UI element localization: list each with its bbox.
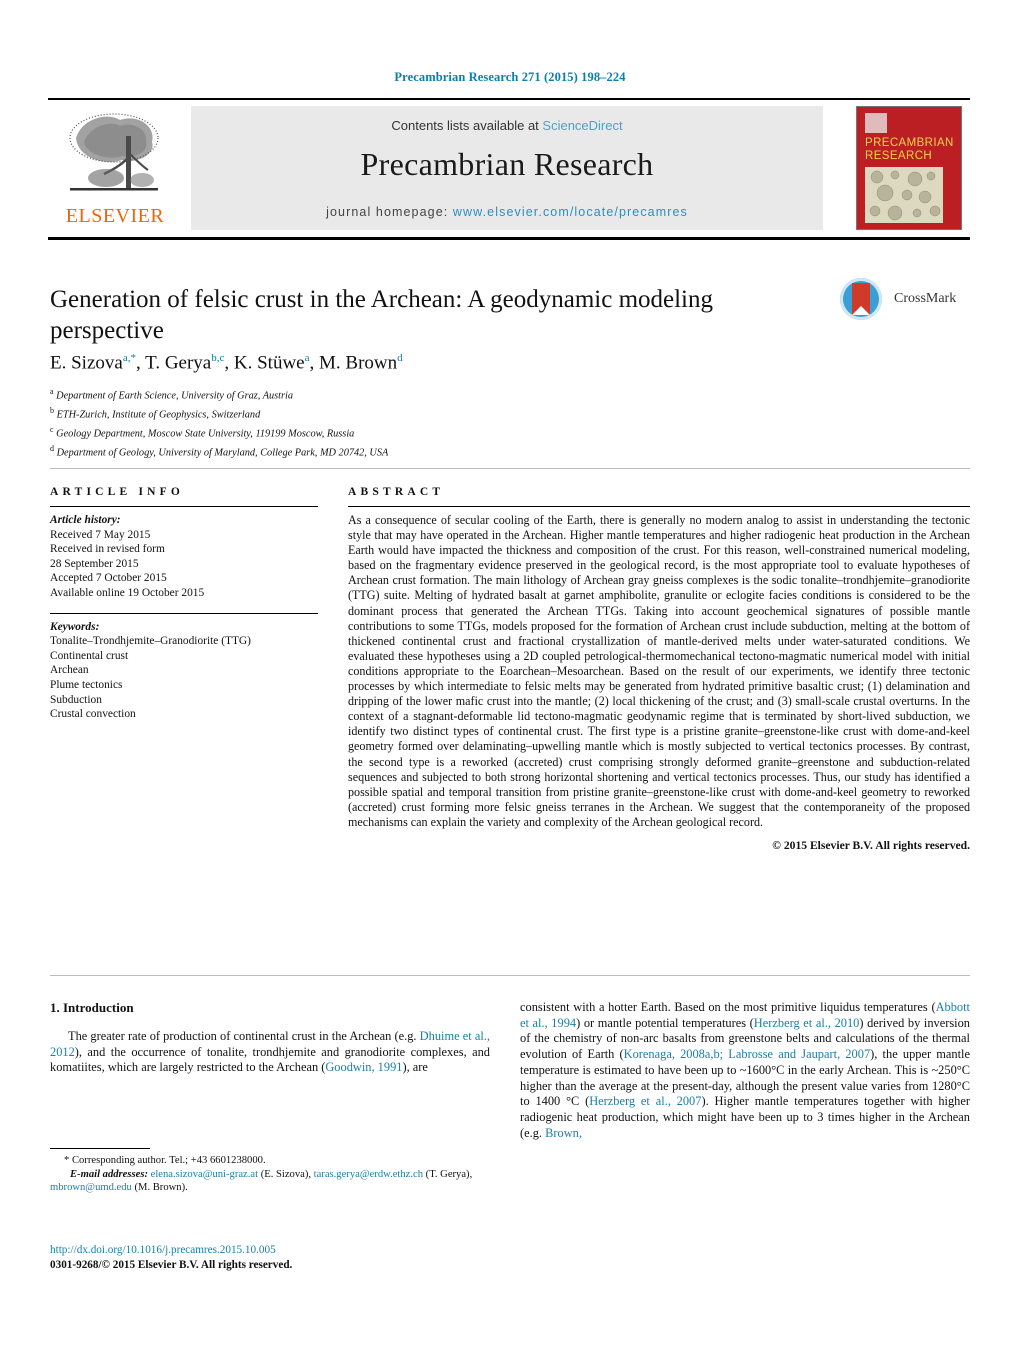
email-link: mbrown@umd.edu (50, 1182, 132, 1194)
email-label: E-mail addresses: (70, 1168, 148, 1180)
issn-copyright-line: 0301-9268/© 2015 Elsevier B.V. All right… (50, 1258, 293, 1271)
homepage-prefix: journal homepage: (326, 205, 453, 219)
email-addresses-note: E-mail addresses: elena.sizova@uni-graz.… (50, 1168, 473, 1194)
elsevier-tree-icon (69, 113, 159, 191)
abstract-text: As a consequence of secular cooling of t… (348, 513, 970, 829)
article-info-rule (50, 506, 318, 507)
running-head: Precambrian Research 271 (2015) 198–224 (394, 70, 626, 84)
crossmark-bookmark-icon (852, 283, 870, 315)
citation-link: Herzberg et al., 2007 (589, 1094, 702, 1109)
homepage-url-link[interactable]: www.elsevier.com/locate/precamres (453, 205, 688, 219)
body-column-right: consistent with a hotter Earth. Based on… (520, 1000, 970, 1141)
cover-microfossil-image (865, 167, 943, 223)
contents-list-line: Contents lists available at ScienceDirec… (191, 118, 823, 133)
affiliation-list: a Department of Earth Science, Universit… (50, 385, 810, 461)
abstract-column: ABSTRACT As a consequence of secular coo… (348, 486, 970, 852)
crossmark-badge[interactable]: CrossMark (840, 278, 985, 324)
article-history-label: Article history: (50, 514, 121, 526)
keyword-item: Continental crust (50, 649, 129, 662)
contents-prefix: Contents lists available at (391, 118, 543, 133)
citation-link: Goodwin, 1991 (325, 1060, 403, 1075)
journal-title: Precambrian Research (360, 146, 654, 182)
journal-masthead: ELSEVIER Contents lists available at Sci… (48, 98, 970, 240)
article-history-item: Available online 19 October 2015 (50, 586, 205, 599)
citation-link: Herzberg et al., 2010 (753, 1015, 860, 1030)
article-history-item: Received in revised form (50, 543, 165, 556)
sciencedirect-link[interactable]: ScienceDirect (542, 118, 622, 133)
doi-link[interactable]: http://dx.doi.org/10.1016/j.precamres.20… (50, 1244, 276, 1256)
footnote-block: * Corresponding author. Tel.; +43 660123… (50, 1148, 490, 1195)
email-link: taras.gerya@erdw.ethz.ch (313, 1168, 424, 1180)
affiliation-item: d Department of Geology, University of M… (50, 444, 389, 459)
article-info-heading: ARTICLE INFO (50, 486, 185, 498)
section-heading-introduction: 1. Introduction (50, 1000, 134, 1015)
keywords-rule (50, 612, 318, 614)
footnote-rule (50, 1148, 150, 1149)
elsevier-logo: ELSEVIER (56, 106, 174, 230)
keywords-label: Keywords: (50, 620, 100, 633)
cover-publisher-mark-icon (865, 113, 887, 133)
article-history-items: Received 7 May 2015 Received in revised f… (50, 528, 318, 601)
abstract-copyright: © 2015 Elsevier B.V. All rights reserved… (772, 838, 970, 852)
citation-link: Abbott et al., 1994 (520, 1000, 970, 1030)
citation-link: Dhuime et al., 2012 (50, 1029, 490, 1059)
email-link: elena.sizova@uni-graz.at (150, 1168, 259, 1180)
cover-artwork (865, 167, 943, 223)
intro-paragraph-left: The greater rate of production of contin… (50, 1029, 490, 1075)
page-title: Generation of felsic crust in the Archea… (50, 286, 714, 344)
citation-link: Brown, (545, 1125, 582, 1140)
divider-above-body (50, 975, 970, 976)
article-history-item: Received 7 May 2015 (50, 528, 151, 541)
abstract-rule (348, 506, 970, 507)
divider-above-info (50, 468, 970, 469)
article-info-column: ARTICLE INFO Article history: Received 7… (50, 486, 318, 722)
keyword-item: Archean (50, 664, 89, 677)
keywords-block: Keywords: Tonalite–Trondhjemite–Granodio… (50, 620, 318, 722)
article-history-item: Accepted 7 October 2015 (50, 572, 167, 585)
article-history-item: 28 September 2015 (50, 557, 139, 570)
article-page: Precambrian Research 271 (2015) 198–224 (0, 0, 1020, 1351)
author-list: E. Sizovaa,*, T. Geryab,c, K. Stüwea, M.… (50, 352, 403, 374)
doi-block: http://dx.doi.org/10.1016/j.precamres.20… (50, 1243, 490, 1272)
keyword-item: Crustal convection (50, 708, 136, 721)
corresponding-author-note: * Corresponding author. Tel.; +43 660123… (64, 1155, 266, 1166)
elsevier-wordmark: ELSEVIER (65, 205, 165, 227)
keyword-items: Tonalite–Trondhjemite–Granodiorite (TTG)… (50, 634, 318, 722)
affiliation-item: a Department of Earth Science, Universit… (50, 387, 294, 402)
citation-link: Korenaga, 2008a,b; Labrosse and Jaupart,… (623, 1047, 871, 1062)
intro-paragraph-right: consistent with a hotter Earth. Based on… (520, 1000, 970, 1140)
journal-homepage-line: journal homepage: www.elsevier.com/locat… (191, 205, 823, 219)
keyword-item: Tonalite–Trondhjemite–Granodiorite (TTG) (50, 635, 251, 648)
masthead-center-panel: Contents lists available at ScienceDirec… (191, 106, 823, 230)
affiliation-item: b ETH-Zurich, Institute of Geophysics, S… (50, 406, 261, 421)
affiliation-item: c Geology Department, Moscow State Unive… (50, 425, 355, 440)
abstract-heading: ABSTRACT (348, 486, 445, 498)
keyword-item: Subduction (50, 693, 102, 706)
crossmark-label: CrossMark (894, 291, 957, 306)
crossmark-circle-icon (840, 278, 882, 320)
cover-title: PRECAMBRIAN RESEARCH (865, 137, 954, 162)
body-column-left: 1. Introduction The greater rate of prod… (50, 1000, 490, 1076)
journal-cover-thumbnail[interactable]: PRECAMBRIAN RESEARCH (856, 106, 962, 230)
keyword-item: Plume tectonics (50, 678, 123, 691)
article-history-block: Article history: Received 7 May 2015 Rece… (50, 513, 318, 601)
